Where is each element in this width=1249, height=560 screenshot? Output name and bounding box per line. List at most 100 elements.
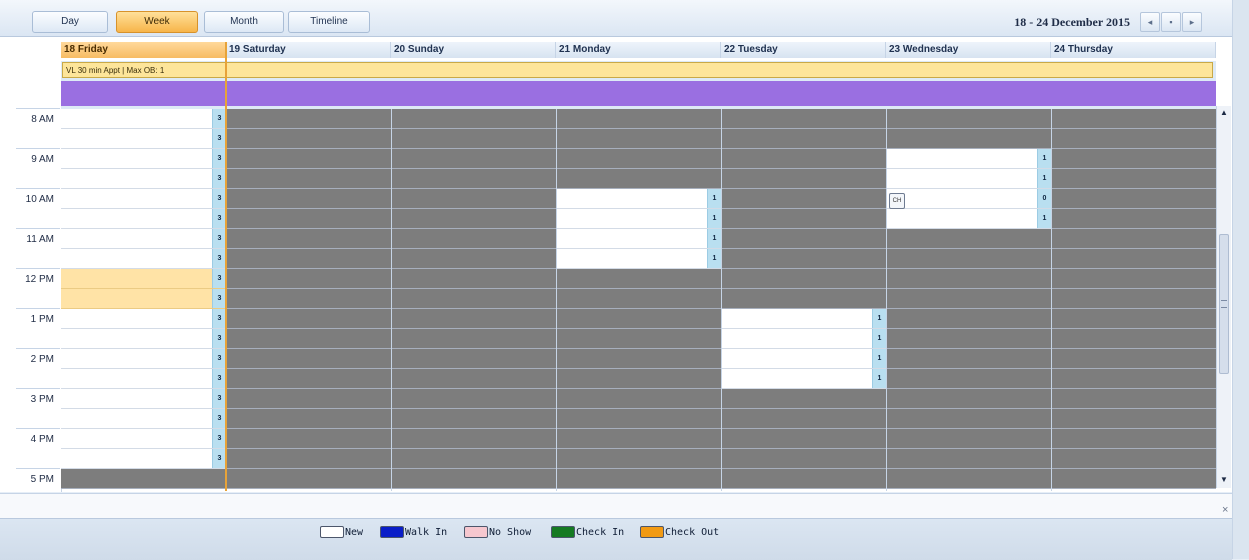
closed-slot[interactable] [556,169,721,189]
closed-slot[interactable] [226,329,391,349]
open-slot[interactable]: 1 [556,189,721,209]
closed-slot[interactable] [886,389,1051,409]
scroll-thumb[interactable] [1219,234,1229,374]
closed-slot[interactable] [1051,129,1216,149]
closed-slot[interactable] [226,289,391,309]
closed-slot[interactable] [886,129,1051,149]
closed-slot[interactable] [886,269,1051,289]
closed-slot[interactable] [226,149,391,169]
closed-slot[interactable] [1051,329,1216,349]
closed-slot[interactable] [1051,289,1216,309]
closed-slot[interactable] [391,129,556,149]
check-in-icon[interactable]: CH [889,193,905,209]
closed-slot[interactable] [226,129,391,149]
open-slot[interactable]: 3 [61,349,226,369]
open-slot[interactable]: 3 [61,109,226,129]
previous-week-button[interactable]: ◂ [1140,12,1160,32]
closed-slot[interactable] [1051,429,1216,449]
open-slot[interactable]: 3 [61,289,226,309]
closed-slot[interactable] [391,229,556,249]
closed-slot[interactable] [721,429,886,449]
closed-slot[interactable] [886,429,1051,449]
open-slot[interactable]: 3 [61,149,226,169]
closed-slot[interactable] [1051,149,1216,169]
closed-slot[interactable] [391,289,556,309]
closed-slot[interactable] [226,369,391,389]
open-slot[interactable]: 3 [61,229,226,249]
closed-slot[interactable] [721,249,886,269]
closed-slot[interactable] [721,149,886,169]
closed-slot[interactable] [226,189,391,209]
open-slot[interactable]: 0 [886,189,1051,209]
next-week-button[interactable]: ▸ [1182,12,1202,32]
open-slot[interactable]: 1 [886,209,1051,229]
closed-slot[interactable] [556,389,721,409]
closed-slot[interactable] [1051,369,1216,389]
closed-slot[interactable] [391,149,556,169]
closed-slot[interactable] [556,309,721,329]
closed-slot[interactable] [886,309,1051,329]
closed-slot[interactable] [391,329,556,349]
closed-slot[interactable] [721,469,886,489]
day-header-thursday[interactable]: 24 Thursday [1051,42,1216,58]
closed-slot[interactable] [391,409,556,429]
closed-slot[interactable] [886,289,1051,309]
closed-slot[interactable] [61,469,226,489]
closed-slot[interactable] [1051,309,1216,329]
open-slot[interactable]: 1 [721,329,886,349]
closed-slot[interactable] [556,369,721,389]
closed-slot[interactable] [226,429,391,449]
closed-slot[interactable] [721,229,886,249]
open-slot[interactable]: 3 [61,429,226,449]
closed-slot[interactable] [391,429,556,449]
closed-slot[interactable] [721,129,886,149]
closed-slot[interactable] [556,409,721,429]
closed-slot[interactable] [556,469,721,489]
open-slot[interactable]: 3 [61,409,226,429]
closed-slot[interactable] [226,169,391,189]
closed-slot[interactable] [556,269,721,289]
open-slot[interactable]: 1 [556,229,721,249]
view-timeline-button[interactable]: Timeline [288,11,370,33]
closed-slot[interactable] [721,169,886,189]
closed-slot[interactable] [721,209,886,229]
closed-slot[interactable] [226,109,391,129]
closed-slot[interactable] [391,449,556,469]
open-slot[interactable]: 1 [721,369,886,389]
closed-slot[interactable] [1051,249,1216,269]
open-slot[interactable]: 1 [556,249,721,269]
closed-slot[interactable] [391,309,556,329]
closed-slot[interactable] [391,349,556,369]
open-slot[interactable]: 1 [886,149,1051,169]
closed-slot[interactable] [556,349,721,369]
open-slot[interactable]: 3 [61,169,226,189]
closed-slot[interactable] [721,389,886,409]
open-slot[interactable]: 3 [61,389,226,409]
open-slot[interactable]: 1 [886,169,1051,189]
closed-slot[interactable] [1051,269,1216,289]
closed-slot[interactable] [1051,169,1216,189]
closed-slot[interactable] [886,349,1051,369]
open-slot[interactable]: 3 [61,129,226,149]
open-slot[interactable]: 3 [61,369,226,389]
closed-slot[interactable] [556,149,721,169]
close-icon[interactable]: × [1222,505,1232,516]
scroll-down-arrow-icon[interactable]: ▼ [1219,475,1229,485]
closed-slot[interactable] [226,409,391,429]
closed-slot[interactable] [226,209,391,229]
closed-slot[interactable] [1051,469,1216,489]
open-slot[interactable]: 3 [61,309,226,329]
open-slot[interactable]: 3 [61,329,226,349]
closed-slot[interactable] [721,449,886,469]
closed-slot[interactable] [391,469,556,489]
day-header-saturday[interactable]: 19 Saturday [226,42,391,58]
closed-slot[interactable] [391,109,556,129]
closed-slot[interactable] [886,449,1051,469]
closed-slot[interactable] [226,469,391,489]
open-slot[interactable]: 3 [61,269,226,289]
closed-slot[interactable] [721,289,886,309]
closed-slot[interactable] [556,429,721,449]
all-day-appointment[interactable]: VL 30 min Appt | Max OB: 1 [62,62,1213,78]
closed-slot[interactable] [1051,109,1216,129]
closed-slot[interactable] [886,329,1051,349]
